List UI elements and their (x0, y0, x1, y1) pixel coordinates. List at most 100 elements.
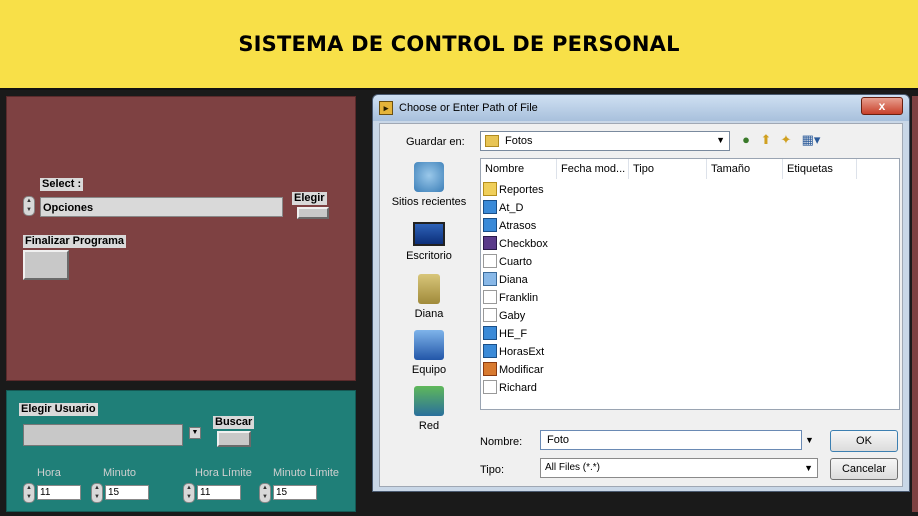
file-name: Franklin (499, 292, 539, 304)
folder-icon (485, 135, 499, 147)
file-name: Gaby (499, 310, 526, 322)
file-name: Richard (499, 382, 537, 394)
list-item[interactable]: Modificar (483, 361, 544, 379)
vi-file-icon (483, 200, 497, 214)
background-panel-edge (912, 96, 918, 512)
file-name: HorasExt (499, 346, 545, 358)
close-button[interactable]: x (861, 97, 903, 115)
elegir-button[interactable] (297, 207, 329, 219)
list-item[interactable]: Franklin (483, 289, 538, 307)
document-icon (483, 254, 497, 268)
file-name: At_D (499, 202, 524, 214)
usuario-dropdown-arrow-icon[interactable]: ▼ (189, 427, 201, 439)
column-header-tags[interactable]: Etiquetas (783, 159, 857, 179)
dialog-body: Guardar en: Fotos ▼ ● ⬆ ✦ ▦▾ Sitios reci… (379, 123, 903, 487)
hora-field[interactable]: 11 (37, 485, 81, 500)
place-label: Red (418, 420, 440, 432)
list-item[interactable]: Cuarto (483, 253, 532, 271)
place-label: Sitios recientes (391, 196, 467, 208)
hora-limite-label: Hora Límite (195, 467, 252, 479)
file-name: Reportes (499, 184, 544, 196)
file-name: Atrasos (499, 220, 537, 232)
place-label: Equipo (411, 364, 447, 376)
save-in-label: Guardar en: (406, 136, 465, 148)
list-item[interactable]: Reportes (483, 181, 544, 199)
recent-places-icon (414, 162, 444, 192)
file-name: Diana (499, 274, 528, 286)
file-name: Cuarto (499, 256, 533, 268)
select-label: Select : (40, 178, 84, 191)
buscar-button[interactable] (217, 431, 251, 447)
file-list[interactable]: Nombre Fecha mod... Tipo Tamaño Etiqueta… (480, 158, 900, 410)
computer-icon (414, 330, 444, 360)
usuario-dropdown[interactable] (23, 424, 183, 446)
list-item[interactable]: HE_F (483, 325, 527, 343)
minuto-field[interactable]: 15 (105, 485, 149, 500)
hora-limite-field[interactable]: 11 (197, 485, 241, 500)
up-folder-icon[interactable]: ⬆ (758, 132, 774, 148)
finalizar-button[interactable] (23, 250, 69, 280)
place-computer[interactable]: Equipo (382, 330, 476, 376)
user-panel: Elegir Usuario ▼ Buscar Hora ▲ ▼ 11 Minut… (6, 390, 356, 512)
list-item[interactable]: Checkbox (483, 235, 548, 253)
minuto-label: Minuto (103, 467, 137, 479)
column-header-size[interactable]: Tamaño (707, 159, 783, 179)
list-item[interactable]: Gaby (483, 307, 525, 325)
list-item[interactable]: HorasExt (483, 343, 544, 361)
app-title: SISTEMA DE CONTROL DE PERSONAL (238, 32, 680, 56)
back-icon[interactable]: ● (738, 132, 754, 148)
hora-limite-stepper[interactable]: ▲ ▼ (183, 483, 195, 503)
hora-label: Hora (37, 467, 61, 479)
column-header-type[interactable]: Tipo (629, 159, 707, 179)
list-item[interactable]: Atrasos (483, 217, 536, 235)
list-item[interactable]: At_D (483, 199, 523, 217)
column-header-name[interactable]: Nombre (481, 159, 557, 179)
chevron-down-icon: ▼ (716, 135, 725, 145)
places-bar: Sitios recientes Escritorio Diana Equipo… (382, 158, 476, 438)
place-recent[interactable]: Sitios recientes (382, 162, 476, 208)
column-header-date[interactable]: Fecha mod... (557, 159, 629, 179)
file-name: Checkbox (499, 238, 548, 250)
minuto-stepper[interactable]: ▲ ▼ (91, 483, 103, 503)
filetype-select[interactable]: All Files (*.*) ▼ (540, 458, 818, 478)
document-icon (483, 290, 497, 304)
chevron-down-icon[interactable]: ▼ (805, 435, 814, 445)
place-network[interactable]: Red (382, 386, 476, 432)
labview-app-icon: ▸ (379, 101, 393, 115)
elegir-usuario-label: Elegir Usuario (19, 403, 98, 416)
elegir-label: Elegir (292, 192, 327, 205)
select-ring-stepper[interactable]: ▲ ▼ (23, 196, 35, 216)
vi-file-icon (483, 326, 497, 340)
hora-stepper[interactable]: ▲ ▼ (23, 483, 35, 503)
minuto-limite-stepper[interactable]: ▲ ▼ (259, 483, 271, 503)
user-folder-icon (418, 274, 440, 304)
list-item[interactable]: Richard (483, 379, 537, 397)
view-menu-icon[interactable]: ▦▾ (798, 132, 824, 148)
save-in-value: Fotos (505, 135, 533, 147)
modify-file-icon (483, 362, 497, 376)
filename-input[interactable]: Foto (540, 430, 802, 450)
minuto-limite-field[interactable]: 15 (273, 485, 317, 500)
dialog-title: Choose or Enter Path of File (399, 102, 538, 114)
network-icon (414, 386, 444, 416)
document-icon (483, 308, 497, 322)
file-name: Modificar (499, 364, 544, 376)
buscar-label: Buscar (213, 416, 255, 429)
ok-button[interactable]: OK (830, 430, 898, 452)
new-folder-icon[interactable]: ✦ (778, 132, 794, 148)
filetype-label: Tipo: (480, 464, 505, 476)
list-item[interactable]: Diana (483, 271, 528, 289)
place-desktop[interactable]: Escritorio (382, 222, 476, 262)
save-in-dropdown[interactable]: Fotos ▼ (480, 131, 730, 151)
place-user[interactable]: Diana (382, 274, 476, 320)
chevron-down-icon: ▼ (804, 463, 813, 473)
cancel-button[interactable]: Cancelar (830, 458, 898, 480)
filetype-value: All Files (*.*) (545, 462, 601, 473)
place-label: Diana (414, 308, 444, 320)
select-dropdown[interactable]: Opciones (40, 197, 283, 217)
file-dialog: ▸ Choose or Enter Path of File x Guardar… (372, 94, 910, 492)
file-name: HE_F (499, 328, 528, 340)
dialog-titlebar[interactable]: ▸ Choose or Enter Path of File x (373, 95, 909, 121)
minuto-limite-label: Minuto Límite (273, 467, 340, 479)
place-label: Escritorio (406, 250, 452, 262)
